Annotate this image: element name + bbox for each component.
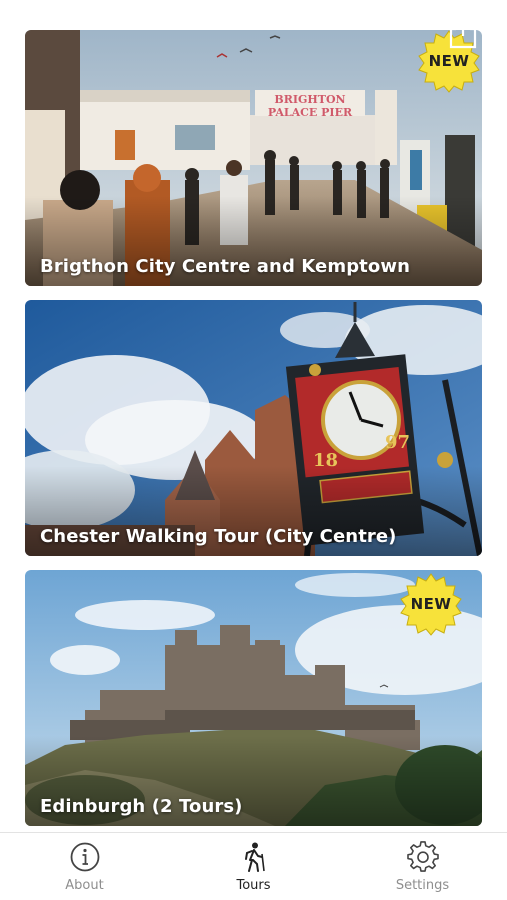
tour-title: Brigthon City Centre and Kemptown: [40, 256, 410, 277]
hiking-icon: [245, 842, 265, 872]
tour-title: Chester Walking Tour (City Centre): [40, 526, 397, 547]
tour-card-edinburgh[interactable]: NEW Edinburgh (2 Tours): [25, 570, 482, 826]
tour-title: Edinburgh (2 Tours): [40, 796, 243, 817]
info-icon: [70, 842, 100, 872]
tab-about[interactable]: About: [0, 833, 169, 900]
clock-year-right: 97: [385, 432, 410, 453]
tour-card-chester[interactable]: 18 97 Chester Walking Tour (City Centre): [25, 300, 482, 556]
tour-card-brighton[interactable]: BRIGHTON PALACE PIER NEW Brigthon City C…: [25, 30, 482, 286]
share-icon[interactable]: [447, 14, 479, 50]
gear-icon: [407, 841, 439, 872]
pier-sign-line2: PALACE PIER: [268, 106, 353, 119]
tab-label: Settings: [395, 878, 450, 893]
bottom-tab-bar: About Tours Settings: [0, 832, 507, 900]
tab-label: About: [65, 878, 104, 893]
tab-tours[interactable]: Tours: [169, 833, 338, 900]
new-badge: NEW: [398, 571, 464, 637]
tab-label: Tours: [236, 878, 271, 893]
pier-sign-line1: BRIGHTON: [274, 93, 345, 106]
tab-settings[interactable]: Settings: [338, 833, 507, 900]
new-badge-label: NEW: [410, 595, 452, 613]
